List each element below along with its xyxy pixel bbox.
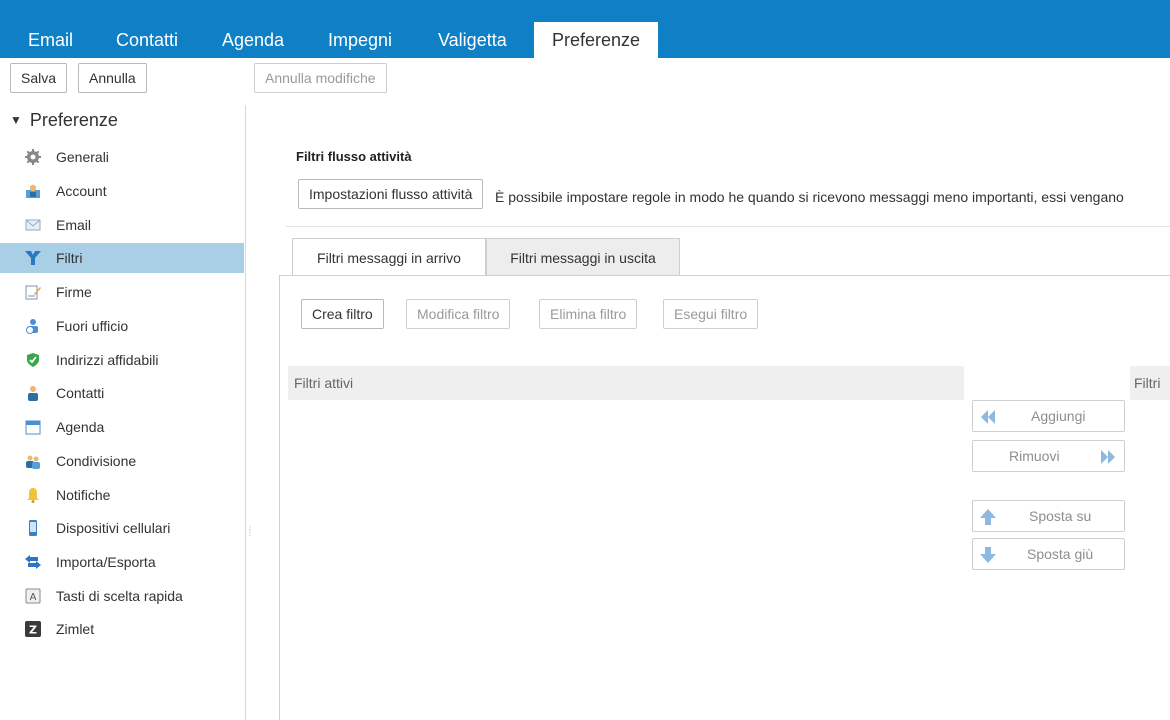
sidebar-item-label: Generali bbox=[56, 149, 109, 165]
app-tab-email[interactable]: Email bbox=[20, 22, 81, 58]
envelope-icon bbox=[25, 219, 41, 231]
save-button[interactable]: Salva bbox=[10, 63, 68, 93]
sidebar-item-fuori-ufficio[interactable]: Fuori ufficio bbox=[0, 311, 244, 341]
sidebar-item-agenda[interactable]: Agenda bbox=[0, 412, 244, 442]
zimlet-icon: Z bbox=[25, 621, 41, 637]
run-filter-button[interactable]: Esegui filtro bbox=[663, 299, 759, 329]
tab-outgoing-filters[interactable]: Filtri messaggi in uscita bbox=[486, 238, 680, 276]
delete-filter-button[interactable]: Elimina filtro bbox=[539, 299, 638, 329]
app-tab-tasks[interactable]: Impegni bbox=[320, 22, 400, 58]
undo-changes-button[interactable]: Annulla modifiche bbox=[254, 63, 387, 93]
panel-left-border bbox=[279, 275, 280, 720]
out-of-office-icon bbox=[26, 319, 38, 334]
sidebar-item-label: Account bbox=[56, 183, 107, 199]
svg-text:Z: Z bbox=[29, 624, 37, 637]
account-icon bbox=[26, 184, 40, 198]
sidebar-item-dispositivi-cellulari[interactable]: Dispositivi cellulari bbox=[0, 513, 244, 543]
import-export-icon bbox=[25, 555, 41, 569]
sidebar-item-generali[interactable]: Generali bbox=[0, 142, 244, 172]
signature-icon bbox=[25, 285, 41, 300]
sidebar-item-label: Dispositivi cellulari bbox=[56, 520, 171, 536]
keyboard-icon: A bbox=[25, 588, 41, 604]
move-up-button[interactable]: Sposta su bbox=[972, 500, 1125, 532]
filter-icon bbox=[25, 251, 41, 265]
sidebar-item-notifiche[interactable]: Notifiche bbox=[0, 480, 244, 510]
sidebar-item-label: Agenda bbox=[56, 419, 105, 435]
sidebar-item-importa-esporta[interactable]: Importa/Esporta bbox=[0, 547, 244, 577]
create-filter-button[interactable]: Crea filtro bbox=[301, 299, 384, 329]
sidebar-item-label: Notifiche bbox=[56, 487, 111, 503]
sidebar-item-indirizzi-affidabili[interactable]: Indirizzi affidabili bbox=[0, 345, 244, 375]
sidebar-item-label: Fuori ufficio bbox=[56, 318, 129, 334]
gear-icon bbox=[25, 149, 41, 165]
contact-icon bbox=[28, 386, 38, 401]
sidebar-item-label: Contatti bbox=[56, 385, 105, 401]
sidebar-item-filtri[interactable]: Filtri bbox=[0, 243, 244, 273]
sidebar-item-label: Tasti di scelta rapida bbox=[56, 588, 183, 604]
sidebar-item-label: Email bbox=[56, 217, 92, 233]
move-up-label: Sposta su bbox=[1029, 508, 1092, 524]
double-arrow-left-icon bbox=[981, 410, 995, 424]
sidebar-item-label: Indirizzi affidabili bbox=[56, 352, 159, 368]
add-filter-button[interactable]: Aggiungi bbox=[972, 400, 1125, 432]
sidebar-splitter[interactable] bbox=[245, 105, 246, 720]
sidebar-item-tasti-di-scelta-rapida[interactable]: A Tasti di scelta rapida bbox=[0, 581, 244, 611]
arrow-down-icon bbox=[980, 547, 996, 563]
calendar-icon bbox=[25, 420, 41, 435]
arrow-up-icon bbox=[980, 509, 996, 525]
top-app-bar: Email Contatti Agenda Impegni Valigetta … bbox=[0, 0, 1170, 58]
app-tab-calendar[interactable]: Agenda bbox=[214, 22, 292, 58]
sidebar-item-contatti[interactable]: Contatti bbox=[0, 378, 244, 408]
bell-icon bbox=[27, 488, 39, 503]
sidebar-item-label: Zimlet bbox=[56, 621, 95, 637]
activity-stream-section: Filtri flusso attività Impostazioni flus… bbox=[286, 143, 1170, 227]
tree-root-label: Preferenze bbox=[29, 110, 118, 130]
move-down-label: Sposta giù bbox=[1027, 546, 1094, 562]
sidebar-item-condivisione[interactable]: Condivisione bbox=[0, 446, 244, 476]
tab-divider bbox=[279, 275, 1170, 276]
sidebar-item-label: Importa/Esporta bbox=[56, 554, 156, 570]
section-title: Filtri flusso attività bbox=[296, 149, 412, 164]
app-tab-briefcase[interactable]: Valigetta bbox=[430, 22, 515, 58]
tab-incoming-filters[interactable]: Filtri messaggi in arrivo bbox=[292, 238, 486, 276]
active-filters-header: Filtri attivi bbox=[288, 366, 964, 400]
sharing-icon bbox=[26, 455, 40, 469]
add-label: Aggiungi bbox=[1031, 408, 1086, 424]
sidebar-item-email[interactable]: Email bbox=[0, 210, 244, 240]
move-down-button[interactable]: Sposta giù bbox=[972, 538, 1125, 570]
sidebar-item-zimlet[interactable]: Z Zimlet bbox=[0, 614, 244, 644]
remove-filter-button[interactable]: Rimuovi bbox=[972, 440, 1125, 472]
preferences-tree-root[interactable]: ▼ Preferenze bbox=[10, 110, 118, 131]
activity-settings-button[interactable]: Impostazioni flusso attività bbox=[298, 179, 484, 209]
mobile-icon bbox=[29, 520, 37, 536]
splitter-grip-icon[interactable]: ⋮ ⋮ bbox=[246, 526, 254, 537]
double-arrow-right-icon bbox=[1101, 450, 1115, 464]
sidebar-item-label: Firme bbox=[56, 284, 92, 300]
app-tab-preferences[interactable]: Preferenze bbox=[534, 22, 659, 58]
activity-description: È possibile impostare regole in modo he … bbox=[495, 189, 1124, 205]
caret-down-icon: ▼ bbox=[10, 113, 22, 127]
remove-label: Rimuovi bbox=[1009, 448, 1060, 464]
sidebar-item-label: Filtri bbox=[56, 250, 83, 266]
svg-text:A: A bbox=[30, 592, 37, 603]
cancel-button[interactable]: Annulla bbox=[78, 63, 147, 93]
sidebar-item-label: Condivisione bbox=[56, 453, 137, 469]
sidebar-item-account[interactable]: Account bbox=[0, 176, 244, 206]
sidebar-item-firme[interactable]: Firme bbox=[0, 277, 244, 307]
shield-check-icon bbox=[27, 353, 39, 367]
app-tab-contacts[interactable]: Contatti bbox=[108, 22, 186, 58]
inactive-filters-header: Filtri bbox=[1130, 366, 1170, 400]
edit-filter-button[interactable]: Modifica filtro bbox=[406, 299, 511, 329]
